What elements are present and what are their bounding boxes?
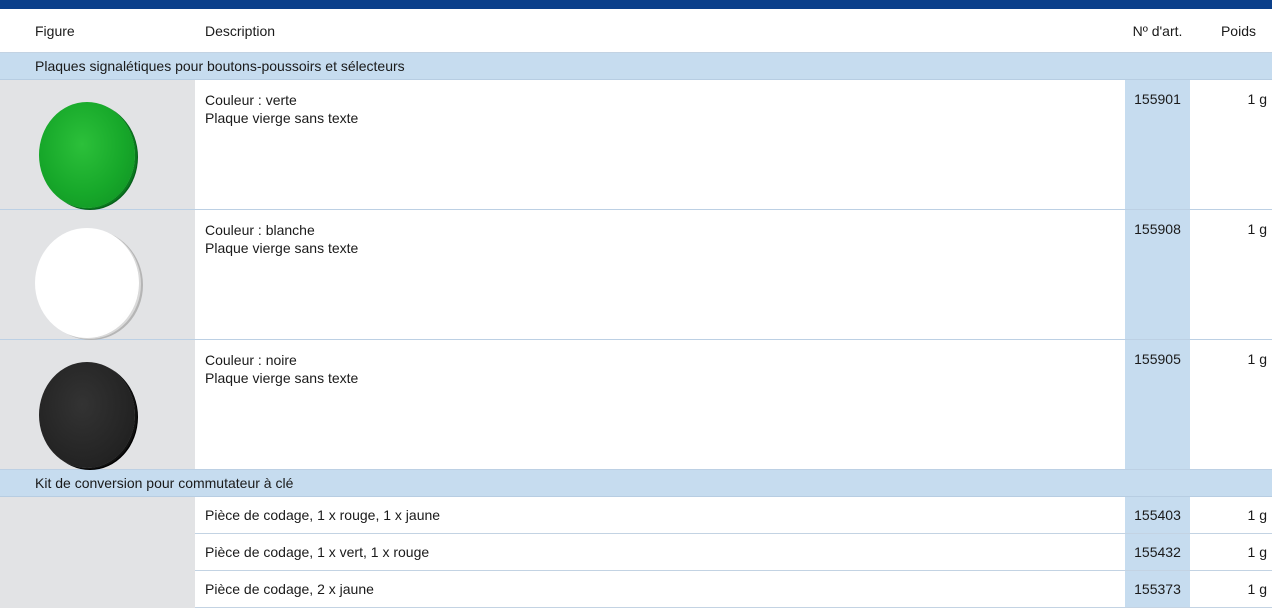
column-header-article-number: Nº d'art.	[1125, 9, 1190, 53]
section-row-nameplates: Plaques signalétiques pour boutons-pouss…	[0, 52, 1272, 80]
section-title: Kit de conversion pour commutateur à clé	[0, 469, 1272, 497]
article-number: 155908	[1125, 209, 1190, 340]
description-text: Pièce de codage, 1 x vert, 1 x rouge	[195, 533, 1125, 571]
description-text: Pièce de codage, 1 x rouge, 1 x jaune	[195, 496, 1125, 534]
table-row: Pièce de codage, 1 x rouge, 1 x jaune 15…	[0, 496, 1272, 608]
figure-cell-empty	[0, 496, 195, 608]
section-title: Plaques signalétiques pour boutons-pouss…	[0, 52, 1272, 80]
weight-value: 1 g	[1190, 339, 1272, 470]
column-header-figure: Figure	[0, 9, 195, 53]
description-text: Plaque vierge sans texte	[205, 110, 359, 126]
color-text: Couleur : noire	[205, 352, 297, 368]
color-text: Couleur : verte	[205, 92, 297, 108]
green-nameplate-image	[39, 102, 135, 208]
weight-value: 1 g	[1190, 570, 1272, 608]
description-text: Plaque vierge sans texte	[205, 240, 359, 256]
top-bar	[0, 0, 1272, 9]
article-number: 155905	[1125, 339, 1190, 470]
figure-cell	[0, 209, 195, 340]
table-header-row: Figure Description Nº d'art. Poids	[0, 9, 1272, 53]
section-row-key-switch-kit: Kit de conversion pour commutateur à clé	[0, 469, 1272, 497]
article-number: 155373	[1125, 570, 1190, 608]
product-table: Figure Description Nº d'art. Poids Plaqu…	[0, 9, 1272, 608]
white-nameplate-image	[35, 228, 139, 338]
figure-cell	[0, 339, 195, 470]
table-row: Couleur : verte Plaque vierge sans texte…	[0, 79, 1272, 210]
column-header-weight: Poids	[1190, 9, 1272, 53]
table-row: Couleur : blanche Plaque vierge sans tex…	[0, 209, 1272, 340]
description-text: Pièce de codage, 2 x jaune	[195, 570, 1125, 608]
description-text: Plaque vierge sans texte	[205, 370, 359, 386]
weight-value: 1 g	[1190, 496, 1272, 534]
article-number: 155432	[1125, 533, 1190, 571]
description-cell: Couleur : blanche Plaque vierge sans tex…	[195, 209, 1125, 340]
description-cell: Couleur : verte Plaque vierge sans texte	[195, 79, 1125, 210]
color-text: Couleur : blanche	[205, 222, 315, 238]
weight-value: 1 g	[1190, 79, 1272, 210]
description-cell: Couleur : noire Plaque vierge sans texte	[195, 339, 1125, 470]
weight-value: 1 g	[1190, 533, 1272, 571]
column-header-description: Description	[195, 9, 1125, 53]
figure-cell	[0, 79, 195, 210]
black-nameplate-image	[39, 362, 135, 468]
article-number: 155901	[1125, 79, 1190, 210]
article-number: 155403	[1125, 496, 1190, 534]
weight-value: 1 g	[1190, 209, 1272, 340]
table-row: Couleur : noire Plaque vierge sans texte…	[0, 339, 1272, 470]
